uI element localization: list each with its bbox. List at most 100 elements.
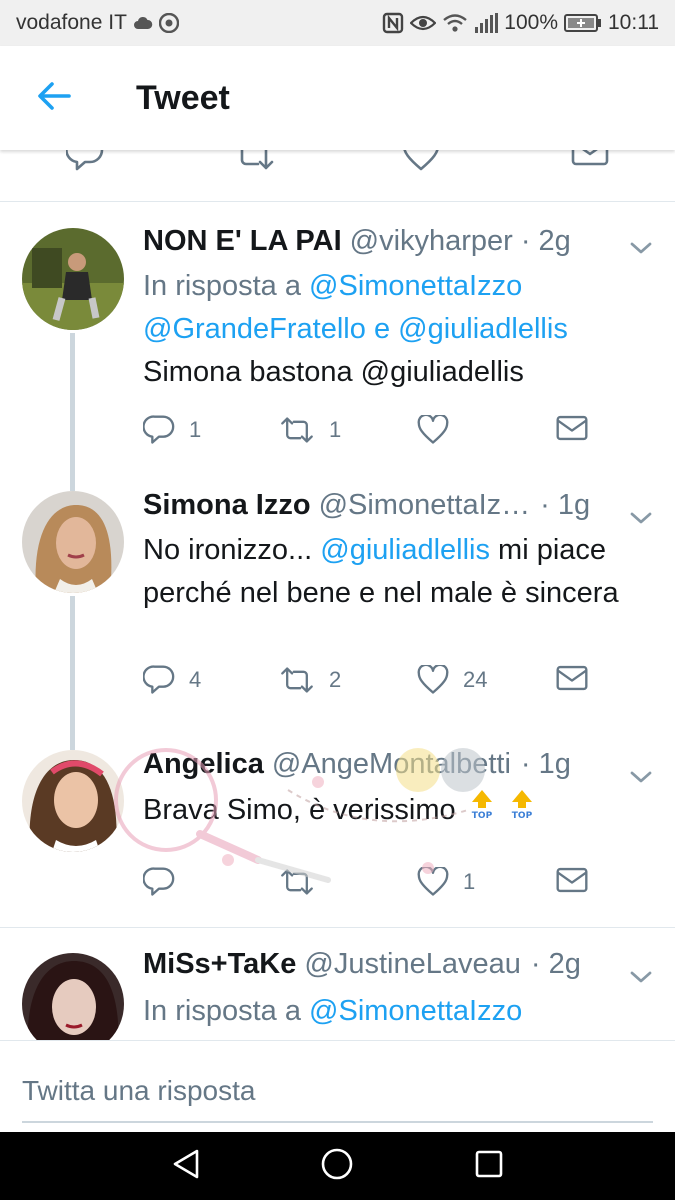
conjunction: e	[373, 313, 391, 345]
status-bar: vodafone IT 100% 10:11	[0, 0, 675, 46]
signal-icon	[474, 13, 499, 33]
reply-icon	[143, 415, 175, 445]
display-name[interactable]: Simona Izzo	[143, 489, 311, 522]
reply-context-label: In risposta a	[143, 995, 301, 1027]
mention-link[interactable]: @giuliadlellis	[320, 534, 490, 566]
mention-link[interactable]: @GrandeFratello	[143, 313, 366, 345]
thread-line	[70, 333, 75, 483]
tweet-header: NON E' LA PAI @vikyharper · 2g	[143, 225, 655, 258]
nav-home-button[interactable]	[307, 1136, 367, 1196]
reply-button[interactable]	[66, 150, 104, 172]
nav-back-button[interactable]	[156, 1136, 216, 1196]
back-button[interactable]	[24, 68, 84, 128]
display-name[interactable]: MiSs+TaKe	[143, 948, 296, 981]
chevron-down-icon[interactable]	[629, 231, 653, 264]
reply-context-label: In risposta a	[143, 270, 301, 302]
timestamp: · 2g	[520, 225, 571, 257]
display-name[interactable]: NON E' LA PAI	[143, 225, 342, 258]
retweet-button[interactable]	[232, 150, 276, 172]
retweet-count: 2	[329, 667, 342, 692]
battery-icon	[564, 13, 602, 33]
tweet-header: MiSs+TaKe @JustineLaveau · 2g	[143, 948, 655, 983]
avatar[interactable]	[22, 750, 124, 852]
reply-icon	[66, 150, 104, 172]
heart-icon	[417, 665, 449, 695]
reply-tweet[interactable]: Simona Izzo @SimonettaIz… · 1g No ironiz…	[0, 483, 675, 740]
mail-icon	[556, 867, 588, 893]
retweet-button[interactable]: 1	[279, 415, 341, 445]
mail-icon	[556, 665, 588, 691]
share-button[interactable]	[556, 867, 588, 893]
timestamp: · 1g	[520, 748, 571, 780]
avatar[interactable]	[22, 491, 124, 593]
clock: 10:11	[608, 11, 659, 34]
like-button[interactable]: 24	[417, 665, 487, 695]
retweet-icon	[279, 665, 315, 695]
tweet-text: Brava Simo, è verissimo TOP TOP	[143, 788, 657, 833]
tweet-text: No ironizzo... @giuliadlellis mi piace p…	[143, 529, 657, 615]
reply-input[interactable]	[22, 1061, 653, 1123]
handle[interactable]: @AngeMontalbetti	[272, 748, 511, 781]
share-button[interactable]	[571, 150, 609, 166]
svg-text:TOP: TOP	[471, 811, 492, 820]
thread-line	[70, 740, 75, 750]
handle[interactable]: @vikyharper	[350, 225, 513, 258]
like-button[interactable]	[417, 415, 463, 445]
tweet-content: Simona bastona @giuliadellis	[143, 356, 524, 388]
like-count: 24	[463, 667, 488, 692]
like-button[interactable]	[402, 150, 440, 172]
timestamp: · 2g	[530, 948, 581, 980]
main-tweet-actions	[0, 150, 675, 202]
retweet-button[interactable]	[279, 867, 315, 897]
tweet-text: In risposta a @SimonettaIzzo	[143, 990, 657, 1033]
chevron-down-icon[interactable]	[629, 960, 653, 993]
reply-button[interactable]: 4	[143, 665, 201, 695]
top-arrow-emoji-icon: TOP	[468, 788, 496, 833]
handle[interactable]: @SimonettaIz…	[319, 489, 531, 522]
display-name[interactable]: Angelica	[143, 748, 264, 781]
heart-icon	[417, 867, 449, 897]
like-button[interactable]: 1	[417, 867, 475, 897]
mail-icon	[556, 415, 588, 441]
tweet-actions: 4 2 24	[143, 665, 655, 705]
handle[interactable]: @JustineLaveau	[304, 948, 520, 981]
reply-tweet[interactable]: MiSs+TaKe @JustineLaveau · 2g In rispost…	[0, 928, 675, 1040]
thread-line	[70, 483, 75, 491]
mention-link[interactable]: @SimonettaIzzo	[309, 995, 522, 1027]
reply-icon	[143, 665, 175, 695]
reply-tweet[interactable]: Angelica @AngeMontalbetti · 1g Brava Sim…	[0, 740, 675, 927]
reply-tweet[interactable]: NON E' LA PAI @vikyharper · 2g In rispos…	[0, 203, 675, 483]
reply-icon	[143, 867, 175, 897]
reply-button[interactable]	[143, 867, 175, 897]
heart-icon	[417, 415, 449, 445]
reply-button[interactable]: 1	[143, 415, 201, 445]
tweet-header: Angelica @AngeMontalbetti · 1g	[143, 748, 655, 783]
retweet-icon	[232, 150, 276, 172]
chrome-icon	[158, 13, 179, 33]
mention-link[interactable]: @giuliadlellis	[398, 313, 568, 345]
retweet-button[interactable]: 2	[279, 665, 341, 695]
timestamp: · 1g	[540, 489, 591, 521]
reply-composer	[0, 1040, 675, 1132]
tweet-header: Simona Izzo @SimonettaIz… · 1g	[143, 489, 655, 524]
conversation-list[interactable]: NON E' LA PAI @vikyharper · 2g In rispos…	[0, 150, 675, 1040]
avatar[interactable]	[22, 228, 124, 330]
retweet-icon	[279, 867, 315, 897]
share-button[interactable]	[556, 415, 588, 441]
mention-link[interactable]: @SimonettaIzzo	[309, 270, 522, 302]
circle-home-icon	[320, 1147, 354, 1186]
retweet-icon	[279, 415, 315, 445]
avatar[interactable]	[22, 953, 124, 1040]
heart-icon	[402, 150, 440, 172]
square-recents-icon	[474, 1149, 504, 1184]
thread-line	[70, 596, 75, 740]
share-button[interactable]	[556, 665, 588, 691]
tweet-content: Brava Simo, è verissimo	[143, 794, 456, 826]
top-arrow-emoji-icon: TOP	[508, 788, 536, 833]
wifi-icon	[442, 13, 468, 33]
like-count: 1	[463, 869, 476, 894]
back-arrow-icon	[37, 81, 71, 115]
retweet-count: 1	[329, 417, 342, 442]
nfc-icon	[382, 12, 404, 34]
nav-recents-button[interactable]	[459, 1136, 519, 1196]
